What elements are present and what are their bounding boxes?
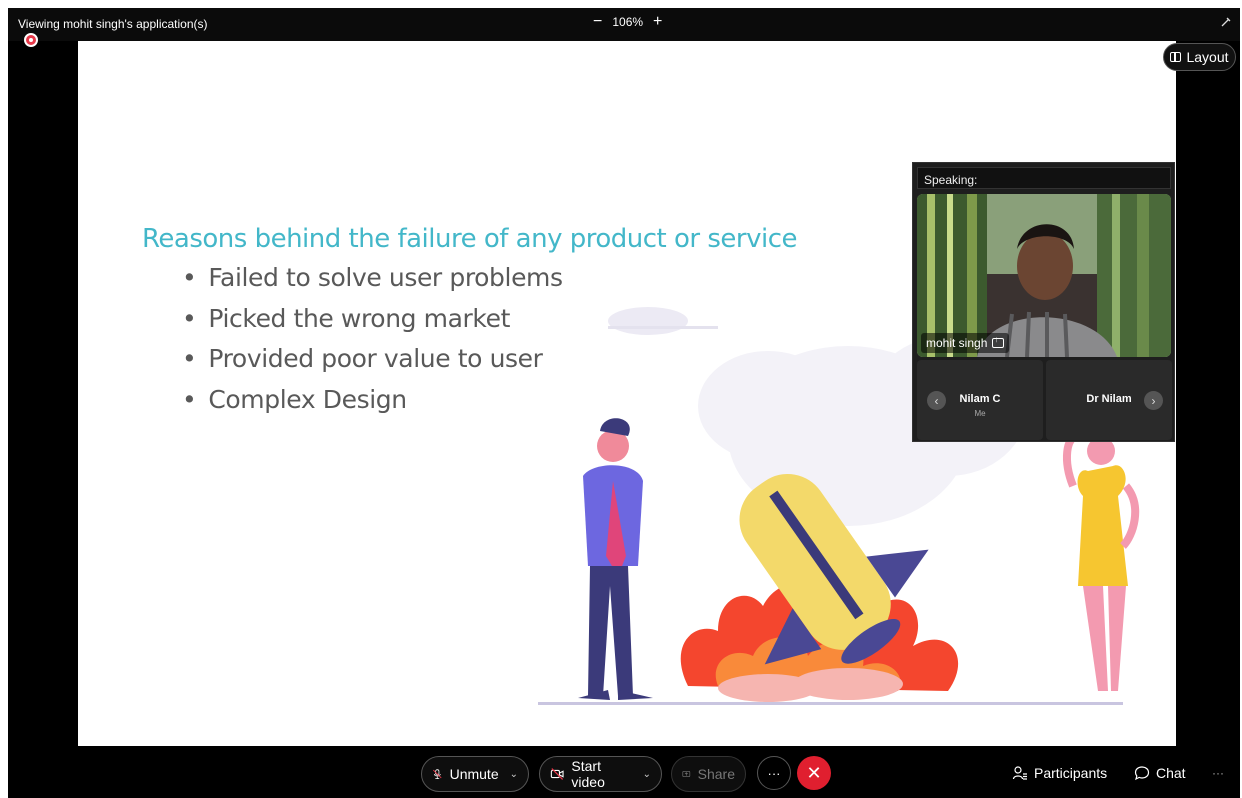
- layout-button-label: Layout: [1186, 49, 1229, 65]
- speaker-name: mohit singh: [926, 336, 988, 350]
- chevron-right-icon[interactable]: ›: [1144, 391, 1163, 410]
- participants-label: Participants: [1034, 765, 1108, 781]
- share-screen-icon: [682, 770, 691, 778]
- annotate-icon[interactable]: [1220, 16, 1232, 31]
- end-call-button[interactable]: ✕: [797, 756, 831, 790]
- participant-sub-label: Me: [974, 409, 986, 418]
- share-label: Share: [697, 766, 735, 782]
- mic-off-icon: [432, 769, 442, 780]
- start-video-button[interactable]: Start video ⌄: [539, 756, 662, 792]
- speaker-name-tag: mohit singh: [921, 333, 1010, 353]
- slide-bullet-list: Failed to solve user problems Picked the…: [182, 263, 563, 425]
- layout-button[interactable]: Layout: [1163, 43, 1236, 71]
- video-panel: Speaking: mohit singh ↑ ‹ Nilam C Me Dr …: [912, 162, 1175, 442]
- recording-icon[interactable]: [24, 33, 38, 47]
- slide-title: Reasons behind the failure of any produc…: [142, 224, 798, 254]
- top-bar: Viewing mohit singh's application(s) − 1…: [8, 8, 1240, 47]
- chat-label: Chat: [1156, 765, 1186, 781]
- participants-icon: [1012, 766, 1027, 780]
- unmute-label: Unmute: [449, 766, 499, 782]
- meeting-controls-bar: Unmute ⌄ Start video ⌄ Share ··· ✕ Parti…: [8, 746, 1240, 798]
- overflow-menu-button[interactable]: ···: [1212, 766, 1224, 780]
- active-speaker-video[interactable]: mohit singh: [917, 194, 1171, 357]
- participant-tile[interactable]: Dr Nilam ›: [1046, 360, 1172, 440]
- slide-bullet: Complex Design: [182, 385, 563, 426]
- meeting-window: Viewing mohit singh's application(s) − 1…: [8, 8, 1240, 798]
- slide-bullet: Failed to solve user problems: [182, 263, 563, 304]
- zoom-control: − 106% +: [593, 14, 662, 30]
- chat-icon: [1134, 766, 1150, 781]
- zoom-in-button[interactable]: +: [653, 14, 662, 30]
- viewing-label: Viewing mohit singh's application(s): [18, 17, 208, 31]
- start-video-label: Start video: [571, 758, 605, 790]
- participant-tile[interactable]: ‹ Nilam C Me: [917, 360, 1043, 440]
- video-off-icon: [550, 768, 564, 780]
- unmute-button[interactable]: Unmute ⌄: [421, 756, 529, 792]
- chevron-down-icon[interactable]: ⌄: [643, 769, 651, 780]
- slide-bullet: Picked the wrong market: [182, 304, 563, 345]
- slide-bullet: Provided poor value to user: [182, 344, 563, 385]
- share-button[interactable]: Share: [671, 756, 746, 792]
- sharing-icon: [992, 335, 1005, 348]
- zoom-level: 106%: [612, 15, 644, 29]
- chat-button[interactable]: Chat: [1134, 765, 1186, 781]
- participant-name: Nilam C: [959, 393, 1001, 405]
- participants-button[interactable]: Participants: [1012, 765, 1107, 781]
- chevron-down-icon[interactable]: ⌄: [510, 769, 518, 780]
- speaking-label: Speaking:: [917, 167, 1171, 189]
- more-options-button[interactable]: ···: [757, 756, 791, 790]
- zoom-out-button[interactable]: −: [593, 14, 602, 30]
- layout-icon: [1170, 52, 1182, 62]
